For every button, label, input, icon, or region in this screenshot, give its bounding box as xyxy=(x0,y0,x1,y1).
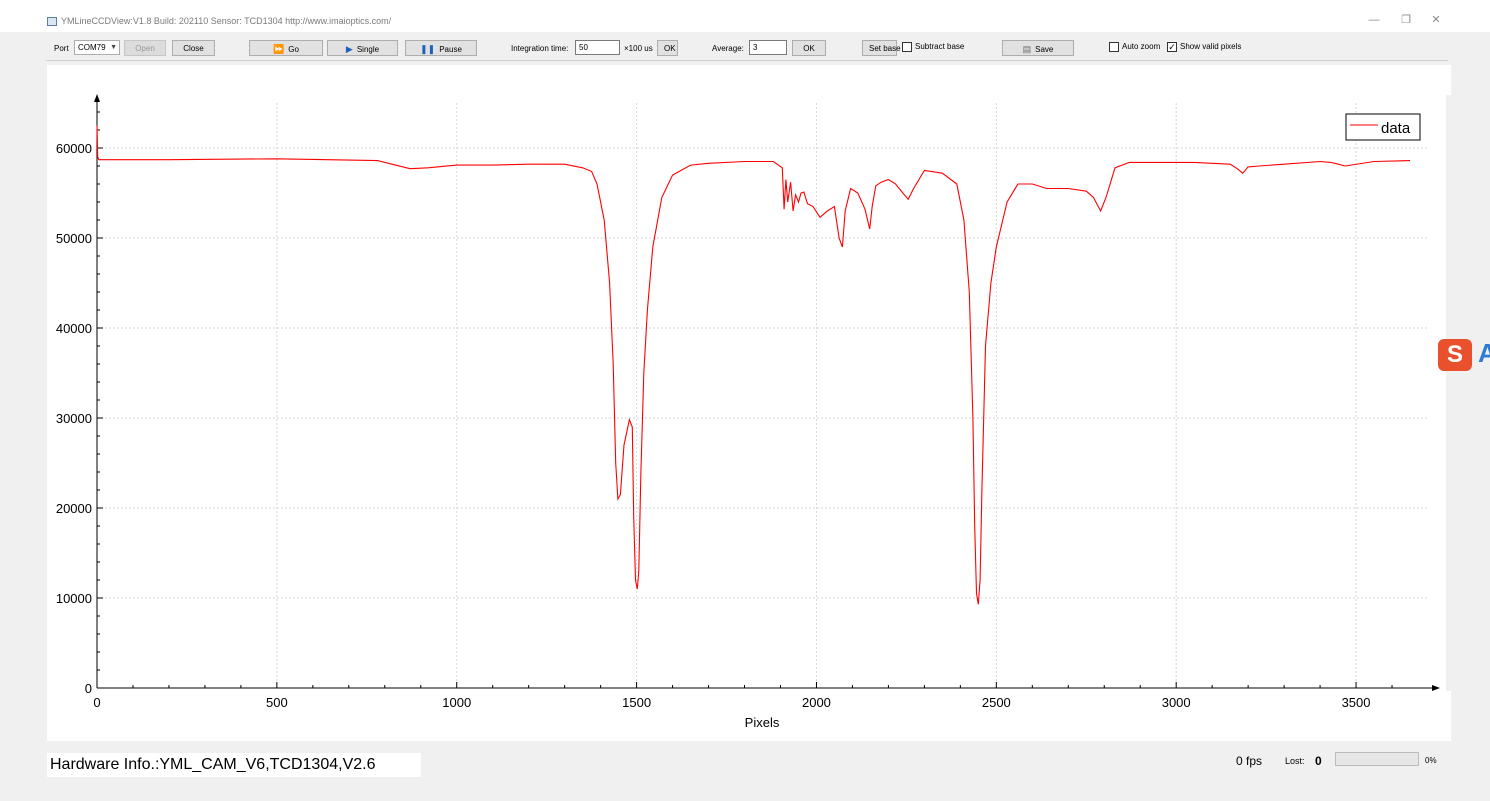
y-tick-label: 10000 xyxy=(56,591,92,606)
y-tick-label: 30000 xyxy=(56,411,92,426)
series-line xyxy=(96,125,1411,605)
spectrum-chart[interactable]: 0 500 1000 1500 2000 2500 3000 3500 0 10000 20000 3… xyxy=(0,0,1490,801)
y-axis-arrow xyxy=(94,94,100,102)
x-tick-label: 3500 xyxy=(1342,695,1371,710)
legend-label: data xyxy=(1381,120,1411,137)
status-bar: Hardware Info.:YML_CAM_V6,TCD1304,V2.6 0… xyxy=(0,744,1490,780)
x-tick-label: 1000 xyxy=(442,695,471,710)
x-tick-label: 1500 xyxy=(622,695,651,710)
y-tick-label: 60000 xyxy=(56,141,92,156)
y-tick-label: 20000 xyxy=(56,501,92,516)
x-tick-label: 2000 xyxy=(802,695,831,710)
ime-s-icon[interactable]: S xyxy=(1438,339,1472,371)
lost-label: Lost: xyxy=(1285,756,1305,766)
hardware-info: Hardware Info.:YML_CAM_V6,TCD1304,V2.6 xyxy=(47,753,421,777)
progress-bar xyxy=(1335,752,1419,766)
y-tick-label: 50000 xyxy=(56,231,92,246)
y-tick-label: 0 xyxy=(85,681,92,696)
x-axis-label: Pixels xyxy=(745,715,780,730)
x-tick-label: 500 xyxy=(266,695,288,710)
x-tick-label: 0 xyxy=(93,695,100,710)
x-tick-label: 2500 xyxy=(982,695,1011,710)
lost-value: 0 xyxy=(1315,754,1322,768)
fps-readout: 0 fps xyxy=(1236,754,1263,768)
progress-text: 0% xyxy=(1425,756,1437,765)
ime-a-icon[interactable]: A xyxy=(1478,338,1490,369)
x-tick-label: 3000 xyxy=(1162,695,1191,710)
x-axis-arrow xyxy=(1432,685,1440,691)
y-tick-label: 40000 xyxy=(56,321,92,336)
